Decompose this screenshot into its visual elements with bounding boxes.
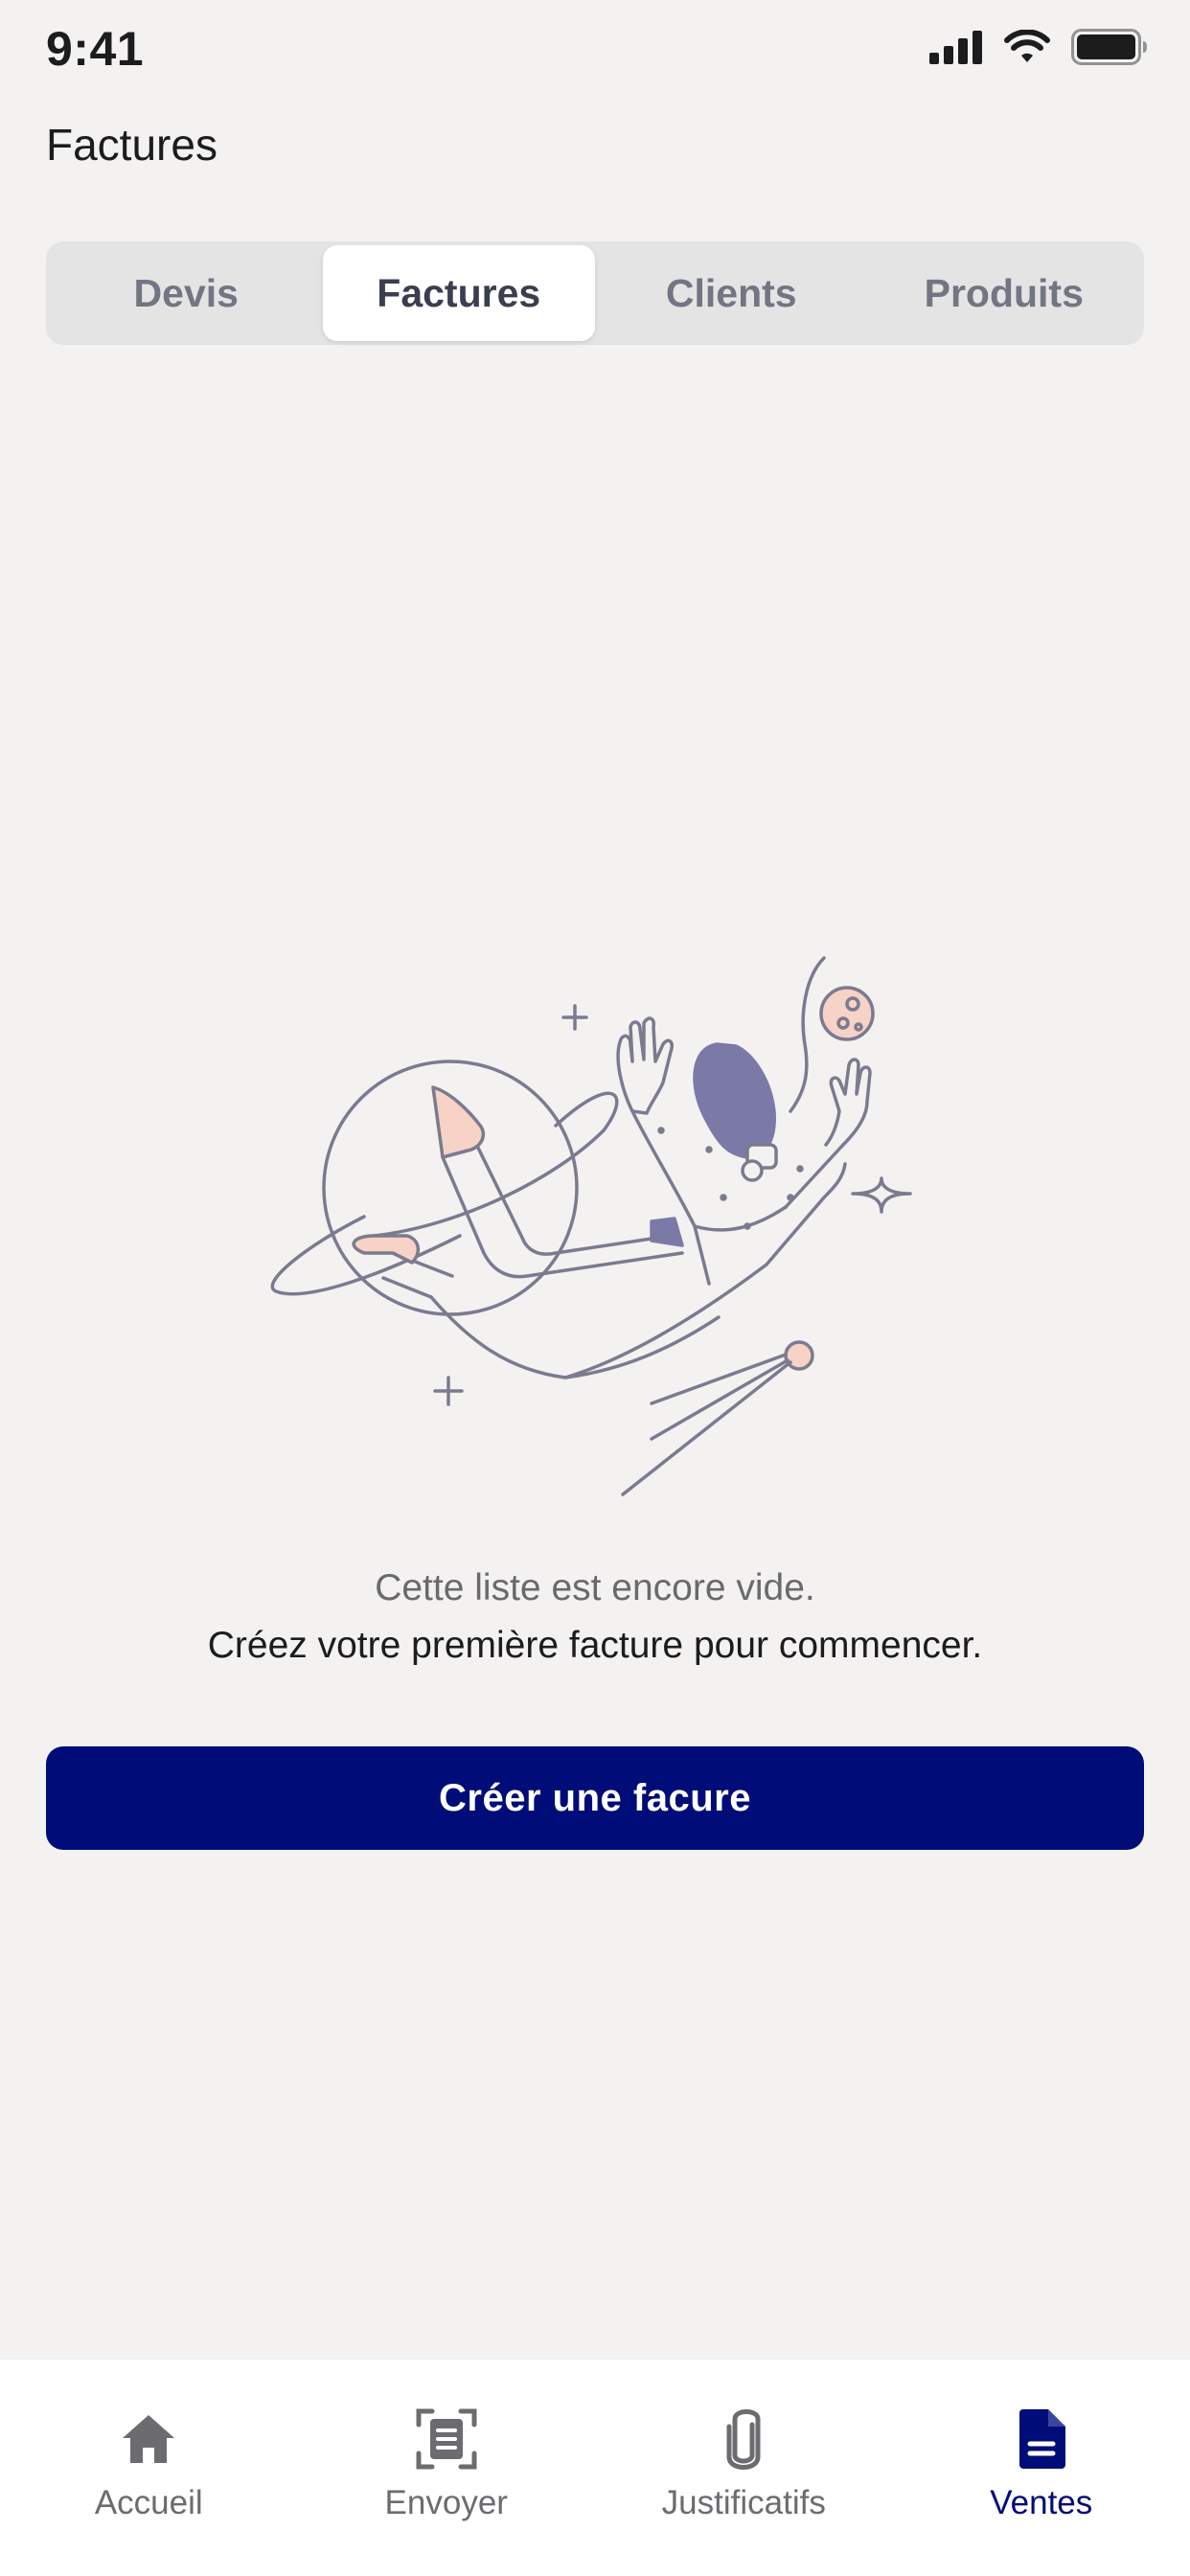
empty-state-instruction: Créez votre première facture pour commen…: [0, 1625, 1190, 1667]
tab-label-envoyer: Envoyer: [385, 2484, 508, 2522]
home-icon: [115, 2405, 182, 2473]
status-bar: 9:41: [0, 0, 1190, 105]
segment-produits[interactable]: Produits: [868, 245, 1141, 341]
tab-envoyer[interactable]: Envoyer: [298, 2359, 596, 2576]
shoe-left: [433, 1087, 483, 1157]
create-invoice-button[interactable]: Créer une facure: [46, 1746, 1144, 1850]
status-time: 9:41: [46, 21, 144, 77]
shoe-bottom: [354, 1236, 418, 1263]
segment-devis[interactable]: Devis: [50, 245, 323, 341]
tab-label-justificatifs: Justificatifs: [662, 2484, 826, 2522]
page-title: Factures: [46, 119, 217, 171]
tab-label-ventes: Ventes: [990, 2484, 1092, 2522]
tab-ventes[interactable]: Ventes: [893, 2359, 1190, 2576]
empty-state-caption: Cette liste est encore vide.: [0, 1567, 1190, 1609]
scan-document-icon: [413, 2405, 480, 2473]
tab-label-accueil: Accueil: [95, 2484, 203, 2522]
tab-accueil[interactable]: Accueil: [0, 2359, 298, 2576]
battery-icon: [1071, 29, 1148, 65]
segment-clients[interactable]: Clients: [595, 245, 868, 341]
segment-factures[interactable]: Factures: [323, 245, 596, 341]
status-icons: [929, 29, 1148, 65]
cellular-signal-icon: [929, 30, 983, 64]
paperclip-icon: [710, 2405, 777, 2473]
bottom-tab-bar: Accueil Envoyer Justificatifs: [0, 2359, 1190, 2576]
moon-shape: [821, 988, 873, 1039]
invoice-document-icon: [1008, 2405, 1075, 2473]
empty-state-illustration: [268, 948, 929, 1504]
segmented-control: Devis Factures Clients Produits: [46, 241, 1144, 345]
wifi-icon: [1004, 30, 1050, 64]
tab-justificatifs[interactable]: Justificatifs: [595, 2359, 893, 2576]
hair-shape: [695, 1044, 774, 1157]
